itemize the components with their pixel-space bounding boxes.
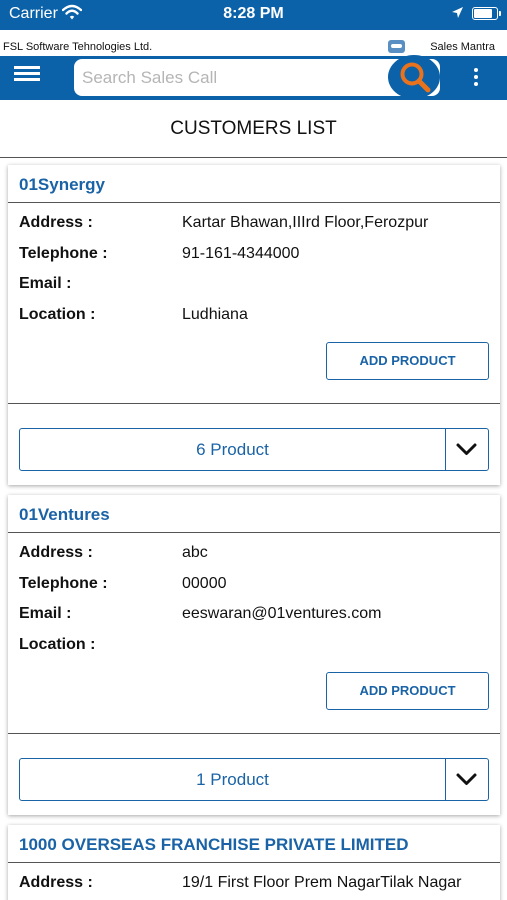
location-label: Location : [19, 305, 96, 323]
address-row: Address : 19/1 First Floor Prem NagarTil… [8, 868, 500, 899]
customer-card: 1000 OVERSEAS FRANCHISE PRIVATE LIMITED … [8, 825, 500, 900]
location-label: Location : [19, 635, 96, 653]
hamburger-icon [14, 66, 40, 69]
card-divider [8, 733, 500, 734]
location-row: Location : [8, 630, 500, 661]
add-product-button[interactable]: ADD PRODUCT [326, 342, 489, 380]
address-value: abc [182, 544, 208, 561]
more-vertical-icon-dot [474, 75, 478, 79]
customer-card: 01Synergy Address : Kartar Bhawan,IIIrd … [8, 165, 500, 485]
telephone-row: Telephone : 91-161-4344000 [8, 239, 500, 270]
email-label: Email : [19, 275, 72, 292]
address-value: Kartar Bhawan,IIIrd Floor,Ferozpur [182, 214, 429, 231]
location-row: Location : Ludhiana [8, 300, 500, 331]
address-row: Address : Kartar Bhawan,IIIrd Floor,Fero… [8, 208, 500, 239]
app-name: Sales Mantra [430, 41, 495, 53]
address-label: Address : [19, 214, 93, 231]
more-options-button[interactable] [469, 68, 483, 90]
customer-name[interactable]: 1000 OVERSEAS FRANCHISE PRIVATE LIMITED [8, 825, 500, 863]
product-dropdown[interactable]: 1 Product [19, 758, 489, 801]
telephone-value[interactable]: 00000 [182, 575, 227, 593]
page-title: CUSTOMERS LIST [0, 100, 507, 158]
more-vertical-icon [474, 68, 478, 72]
hamburger-icon-line [14, 72, 40, 75]
battery-icon [472, 7, 501, 20]
address-row: Address : abc [8, 538, 500, 569]
product-dropdown[interactable]: 6 Product [19, 428, 489, 471]
customer-name[interactable]: 01Synergy [8, 165, 500, 203]
email-row: Email : eeswaran@01ventures.com [8, 599, 500, 630]
telephone-row: Telephone : 00000 [8, 569, 500, 600]
address-label: Address : [19, 874, 93, 891]
company-bar: FSL Software Tehnologies Ltd. Sales Mant… [0, 38, 507, 56]
search-input[interactable] [82, 64, 382, 92]
add-product-button[interactable]: ADD PRODUCT [326, 672, 489, 710]
telephone-value[interactable]: 91-161-4344000 [182, 245, 299, 263]
status-bar: Carrier 8:28 PM [0, 0, 507, 30]
email-label: Email : [19, 605, 72, 622]
location-value: Ludhiana [182, 305, 248, 323]
email-row: Email : [8, 269, 500, 300]
search-button[interactable] [388, 55, 440, 99]
more-vertical-icon-dot [474, 82, 478, 86]
search-icon [400, 62, 431, 93]
location-arrow-icon [452, 7, 463, 18]
card-divider [8, 403, 500, 404]
product-count: 1 Product [20, 759, 446, 800]
telephone-label: Telephone : [19, 244, 108, 262]
menu-button[interactable] [14, 66, 40, 88]
product-count: 6 Product [20, 429, 446, 470]
status-time: 8:28 PM [223, 5, 284, 22]
address-value: 19/1 First Floor Prem NagarTilak Nagar [182, 874, 462, 891]
search-box [74, 59, 440, 96]
hamburger-icon-line [14, 78, 40, 81]
customer-card: 01Ventures Address : abc Telephone : 000… [8, 495, 500, 815]
chevron-down-icon [456, 443, 477, 455]
address-label: Address : [19, 544, 93, 561]
chevron-down-icon [456, 773, 477, 785]
app-logo-icon [388, 40, 405, 53]
email-value[interactable]: eeswaran@01ventures.com [182, 605, 381, 623]
telephone-label: Telephone : [19, 574, 108, 592]
company-name: FSL Software Tehnologies Ltd. [3, 41, 153, 53]
customer-name[interactable]: 01Ventures [8, 495, 500, 533]
